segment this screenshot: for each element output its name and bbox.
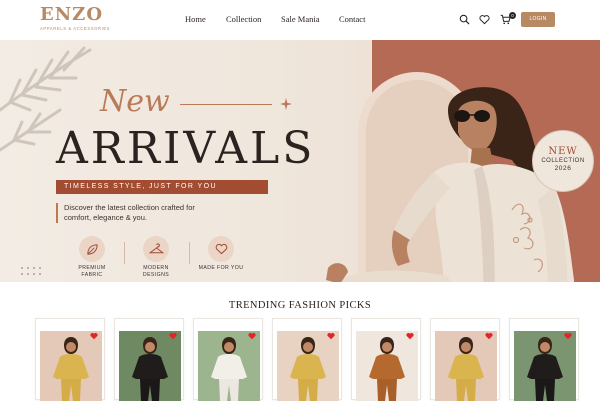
- new-collection-badge: NEW COLLECTION 2026: [532, 130, 594, 192]
- wishlist-heart-icon[interactable]: [406, 332, 414, 340]
- feature-divider: [189, 242, 190, 264]
- brand-logo[interactable]: ENZO APPARELS & ACCESSORIES: [40, 4, 111, 34]
- feature-modern-designs: MODERN DESIGNS: [131, 236, 181, 279]
- product-card[interactable]: [114, 318, 184, 401]
- hero-tagline: TIMELESS STYLE, JUST FOR YOU: [56, 180, 268, 194]
- wishlist-heart-icon[interactable]: [327, 332, 335, 340]
- badge-collection-label: COLLECTION: [541, 158, 585, 164]
- wishlist-heart-icon[interactable]: [90, 332, 98, 340]
- search-icon[interactable]: [459, 14, 470, 25]
- site-header: ENZO APPARELS & ACCESSORIES Home Collect…: [0, 0, 600, 40]
- heart-icon[interactable]: [479, 14, 490, 25]
- login-button[interactable]: LOGIN: [521, 12, 555, 27]
- product-card[interactable]: [509, 318, 579, 401]
- product-card[interactable]: [35, 318, 105, 401]
- product-image[interactable]: [198, 331, 260, 401]
- badge-year-label: 2026: [554, 165, 572, 172]
- nav-home[interactable]: Home: [185, 14, 206, 24]
- logo-tagline: APPARELS & ACCESSORIES: [40, 26, 111, 31]
- product-card[interactable]: [193, 318, 263, 401]
- nav-contact[interactable]: Contact: [339, 14, 365, 24]
- feature-label: MADE FOR YOU: [198, 265, 244, 271]
- description-accent: [56, 203, 58, 223]
- feature-made-for-you: MADE FOR YOU: [196, 236, 246, 272]
- feature-label: PREMIUM FABRIC: [78, 265, 106, 278]
- product-card[interactable]: [430, 318, 500, 401]
- feature-premium-fabric: PREMIUM FABRIC: [67, 236, 117, 279]
- hero-banner[interactable]: New ARRIVALS TIMELESS STYLE, JUST FOR YO…: [0, 40, 600, 282]
- product-card[interactable]: [272, 318, 342, 401]
- product-image[interactable]: [277, 331, 339, 401]
- feature-divider: [124, 242, 125, 264]
- wishlist-heart-icon[interactable]: [248, 332, 256, 340]
- wishlist-heart-icon[interactable]: [485, 332, 493, 340]
- cart-count-badge: 0: [509, 12, 516, 19]
- feature-label: MODERN DESIGNS: [142, 265, 170, 278]
- heart-outline-icon: [215, 243, 227, 255]
- hero-description: Discover the latest collection crafted f…: [64, 203, 195, 222]
- wishlist-heart-icon[interactable]: [564, 332, 572, 340]
- hero-accent-line: [180, 104, 272, 105]
- product-image[interactable]: [435, 331, 497, 401]
- hero-model-image: [326, 87, 574, 282]
- sparkle-icon: [280, 98, 292, 110]
- hanger-icon: [148, 242, 164, 253]
- trending-section-title: TRENDING FASHION PICKS: [228, 300, 372, 311]
- product-image[interactable]: [356, 331, 418, 401]
- product-image[interactable]: [119, 331, 181, 401]
- product-image[interactable]: [40, 331, 102, 401]
- badge-new-label: NEW: [548, 146, 578, 157]
- leaf-icon: [86, 243, 98, 255]
- dot-pattern-decoration: [21, 267, 41, 275]
- hero-headline: ARRIVALS: [56, 123, 316, 174]
- hero-script-word: New: [100, 84, 170, 119]
- product-image[interactable]: [514, 331, 576, 401]
- logo-wordmark: ENZO: [40, 4, 103, 25]
- nav-sale-mania[interactable]: Sale Mania: [281, 14, 319, 24]
- product-card[interactable]: [351, 318, 421, 401]
- wishlist-heart-icon[interactable]: [169, 332, 177, 340]
- nav-collection[interactable]: Collection: [226, 14, 261, 24]
